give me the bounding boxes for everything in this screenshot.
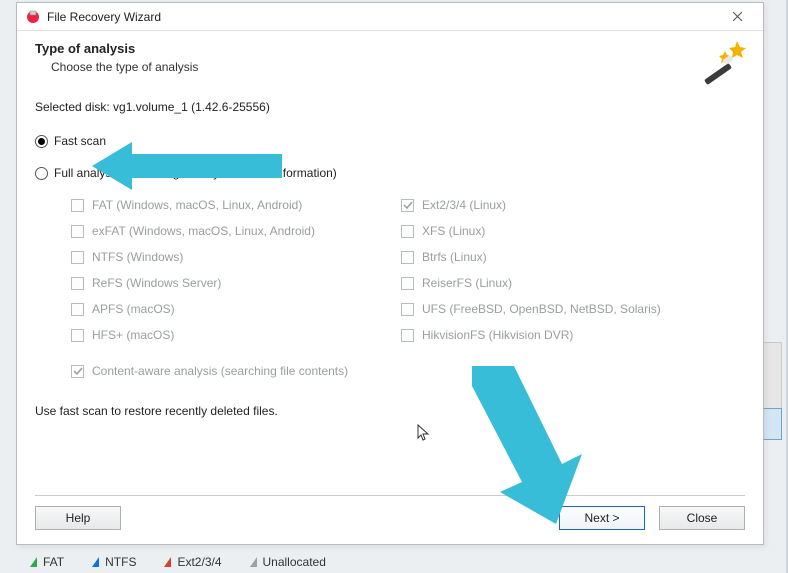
fs-checkbox-apfs[interactable]: APFS (macOS): [71, 302, 381, 316]
checkbox-icon: [71, 225, 84, 238]
fs-label: HFS+ (macOS): [92, 328, 174, 342]
selected-disk-label: Selected disk: vg1.volume_1 (1.42.6-2555…: [35, 100, 745, 114]
fs-label: NTFS (Windows): [92, 250, 183, 264]
fs-label: ReiserFS (Linux): [422, 276, 512, 290]
triangle-icon: [250, 557, 257, 567]
checkbox-icon: [71, 199, 84, 212]
help-button[interactable]: Help: [35, 506, 121, 530]
fs-checkbox-btrfs[interactable]: Btrfs (Linux): [401, 250, 681, 264]
app-icon: [25, 9, 41, 25]
hint-text: Use fast scan to restore recently delete…: [35, 404, 745, 418]
titlebar: File Recovery Wizard: [17, 3, 763, 31]
radio-icon: [35, 135, 48, 148]
fs-checkbox-reiserfs[interactable]: ReiserFS (Linux): [401, 276, 681, 290]
fs-label: exFAT (Windows, macOS, Linux, Android): [92, 224, 315, 238]
fs-checkbox-ext[interactable]: Ext2/3/4 (Linux): [401, 198, 681, 212]
legend-label: Ext2/3/4: [177, 555, 221, 569]
radio-fast-scan-label: Fast scan: [54, 134, 106, 148]
triangle-icon: [164, 557, 171, 567]
fs-checkbox-refs[interactable]: ReFS (Windows Server): [71, 276, 381, 290]
checkbox-content-aware[interactable]: Content-aware analysis (searching file c…: [71, 364, 745, 378]
fs-checkbox-xfs[interactable]: XFS (Linux): [401, 224, 681, 238]
fs-label: FAT (Windows, macOS, Linux, Android): [92, 198, 302, 212]
triangle-icon: [92, 557, 99, 567]
fs-label: Ext2/3/4 (Linux): [422, 198, 506, 212]
next-button[interactable]: Next >: [559, 506, 645, 530]
legend-item-fat: FAT: [30, 555, 64, 569]
legend-label: Unallocated: [263, 555, 326, 569]
filesystem-grid: FAT (Windows, macOS, Linux, Android) Ext…: [71, 198, 745, 342]
page-subtitle: Choose the type of analysis: [51, 60, 745, 74]
close-button[interactable]: Close: [659, 506, 745, 530]
checkbox-icon: [71, 277, 84, 290]
content-aware-label: Content-aware analysis (searching file c…: [92, 364, 348, 378]
checkbox-icon: [401, 329, 414, 342]
radio-icon: [35, 167, 48, 180]
fs-checkbox-hfs[interactable]: HFS+ (macOS): [71, 328, 381, 342]
triangle-icon: [30, 557, 37, 567]
checkbox-icon: [401, 303, 414, 316]
radio-full-analysis-label: Full analysis (searching for any availab…: [54, 166, 337, 180]
fs-checkbox-ntfs[interactable]: NTFS (Windows): [71, 250, 381, 264]
wizard-footer: Help Next > Close: [35, 495, 745, 544]
legend-item-ext: Ext2/3/4: [164, 555, 221, 569]
filesystem-legend: FAT NTFS Ext2/3/4 Unallocated: [30, 555, 326, 569]
checkbox-icon: [401, 277, 414, 290]
window-title: File Recovery Wizard: [47, 10, 161, 24]
fs-label: UFS (FreeBSD, OpenBSD, NetBSD, Solaris): [422, 302, 661, 316]
checkbox-icon: [71, 251, 84, 264]
radio-full-analysis[interactable]: Full analysis (searching for any availab…: [35, 166, 745, 180]
window-close-button[interactable]: [717, 5, 757, 29]
wizard-body: Selected disk: vg1.volume_1 (1.42.6-2555…: [17, 80, 763, 495]
wizard-header: Type of analysis Choose the type of anal…: [17, 31, 763, 80]
fs-label: HikvisionFS (Hikvision DVR): [422, 328, 573, 342]
checkbox-icon: [401, 225, 414, 238]
fs-checkbox-hikvision[interactable]: HikvisionFS (Hikvision DVR): [401, 328, 681, 342]
legend-label: NTFS: [105, 555, 136, 569]
wizard-window: File Recovery Wizard Type of analysis Ch…: [16, 2, 764, 545]
fs-label: APFS (macOS): [92, 302, 175, 316]
close-icon: [732, 11, 743, 22]
fs-label: XFS (Linux): [422, 224, 485, 238]
legend-item-unallocated: Unallocated: [250, 555, 326, 569]
checkbox-icon: [71, 303, 84, 316]
checkbox-icon: [401, 251, 414, 264]
page-title: Type of analysis: [35, 41, 745, 56]
fs-label: Btrfs (Linux): [422, 250, 487, 264]
checkbox-icon: [71, 329, 84, 342]
checkbox-icon: [71, 365, 84, 378]
checkbox-icon: [401, 199, 414, 212]
cursor-icon: [417, 424, 431, 445]
legend-item-ntfs: NTFS: [92, 555, 136, 569]
fs-checkbox-fat[interactable]: FAT (Windows, macOS, Linux, Android): [71, 198, 381, 212]
fs-checkbox-ufs[interactable]: UFS (FreeBSD, OpenBSD, NetBSD, Solaris): [401, 302, 681, 316]
radio-fast-scan[interactable]: Fast scan: [35, 134, 745, 148]
legend-label: FAT: [43, 555, 64, 569]
fs-label: ReFS (Windows Server): [92, 276, 221, 290]
fs-checkbox-exfat[interactable]: exFAT (Windows, macOS, Linux, Android): [71, 224, 381, 238]
